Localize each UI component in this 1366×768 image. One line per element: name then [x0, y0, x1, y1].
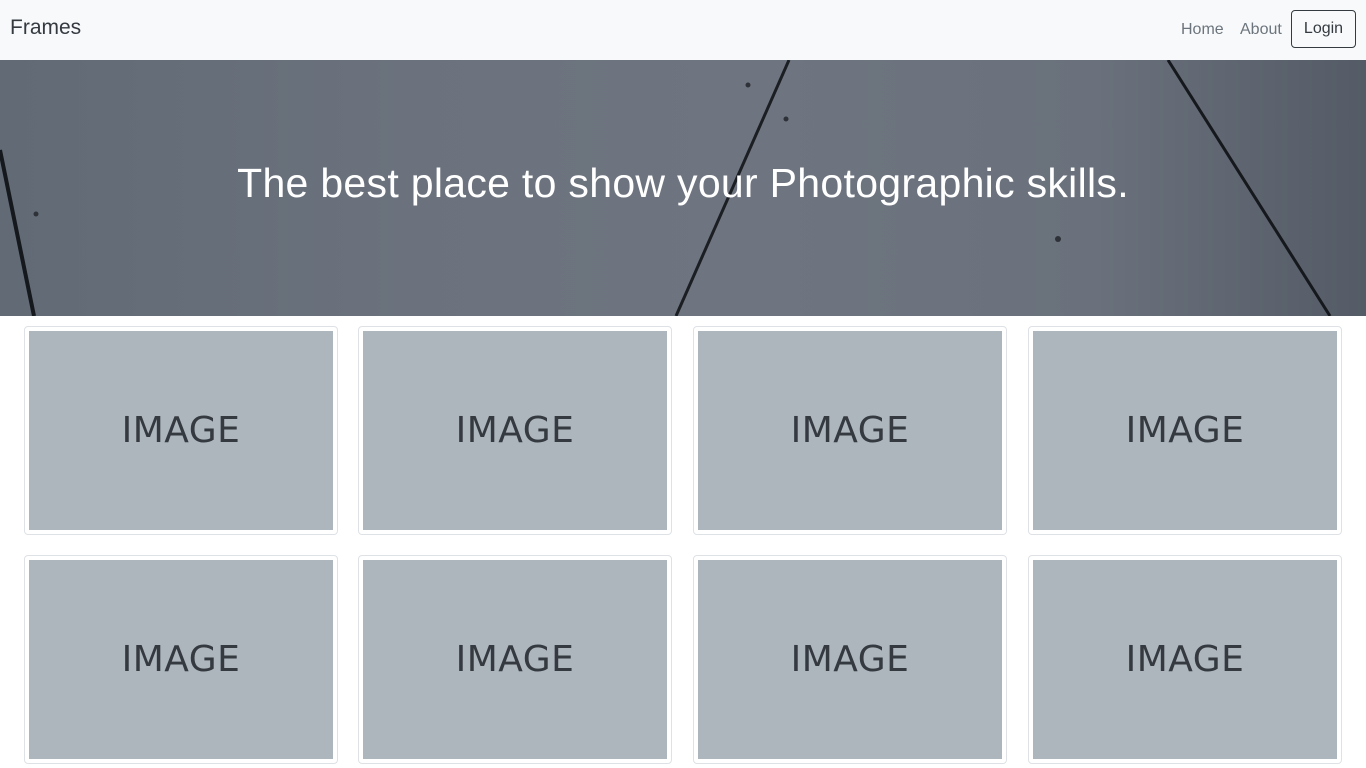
image-placeholder-label: IMAGE	[790, 639, 910, 680]
gallery-card[interactable]: IMAGE	[693, 555, 1007, 764]
gallery-card[interactable]: IMAGE	[358, 326, 672, 535]
brand-link[interactable]: Frames	[10, 16, 81, 40]
gallery-card[interactable]: IMAGE	[1028, 326, 1342, 535]
nav-link-home[interactable]: Home	[1181, 21, 1224, 39]
image-placeholder-label: IMAGE	[790, 410, 910, 451]
image-placeholder: IMAGE	[363, 560, 667, 759]
hero-banner: The best place to show your Photographic…	[0, 60, 1366, 316]
image-placeholder: IMAGE	[1033, 560, 1337, 759]
nav-link-about[interactable]: About	[1240, 21, 1282, 39]
login-button[interactable]: Login	[1291, 10, 1356, 48]
image-placeholder-label: IMAGE	[121, 639, 241, 680]
gallery-card[interactable]: IMAGE	[24, 555, 338, 764]
image-placeholder-label: IMAGE	[455, 639, 575, 680]
image-placeholder-label: IMAGE	[1125, 639, 1245, 680]
gallery-card[interactable]: IMAGE	[1028, 555, 1342, 764]
image-placeholder: IMAGE	[363, 331, 667, 530]
image-placeholder: IMAGE	[29, 560, 333, 759]
image-placeholder: IMAGE	[698, 560, 1002, 759]
image-placeholder: IMAGE	[1033, 331, 1337, 530]
image-placeholder: IMAGE	[29, 331, 333, 530]
image-placeholder-label: IMAGE	[121, 410, 241, 451]
image-placeholder-label: IMAGE	[1125, 410, 1245, 451]
hero-title: The best place to show your Photographic…	[237, 160, 1129, 206]
image-placeholder: IMAGE	[698, 331, 1002, 530]
gallery-card[interactable]: IMAGE	[693, 326, 1007, 535]
gallery-card[interactable]: IMAGE	[24, 326, 338, 535]
image-gallery: IMAGE IMAGE IMAGE IMAGE IMAGE IMAGE IMAG…	[0, 316, 1366, 768]
image-placeholder-label: IMAGE	[455, 410, 575, 451]
navbar: Frames Home About Login	[0, 0, 1366, 60]
gallery-card[interactable]: IMAGE	[358, 555, 672, 764]
